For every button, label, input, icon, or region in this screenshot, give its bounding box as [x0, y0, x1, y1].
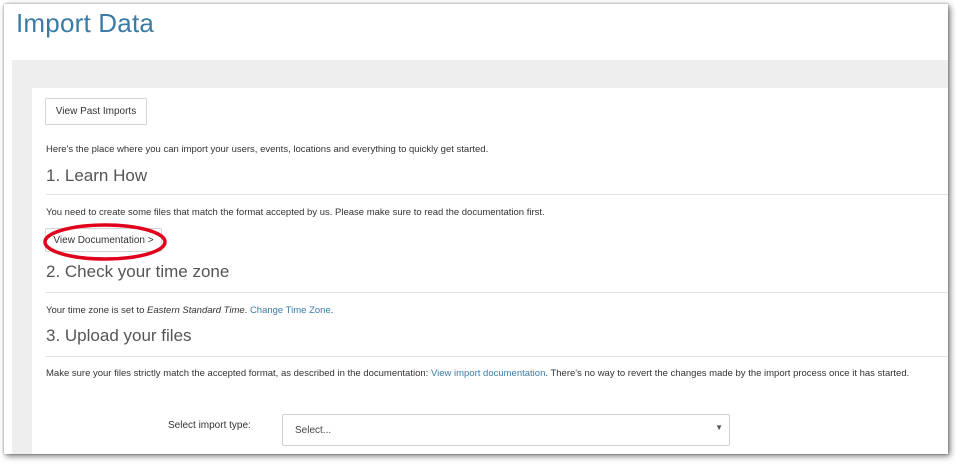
import-panel: View Past Imports Here's the place where…: [32, 88, 948, 454]
upload-text-prefix: Make sure your files strictly match the …: [46, 368, 431, 379]
import-type-select[interactable]: Select... ▼: [282, 414, 730, 446]
intro-text: Here's the place where you can import yo…: [46, 144, 489, 155]
import-type-label: Select import type:: [168, 420, 251, 431]
divider: [46, 194, 948, 195]
upload-text: Make sure your files strictly match the …: [46, 366, 946, 382]
timezone-suffix: .: [330, 305, 334, 316]
step1-heading: 1. Learn How: [46, 166, 148, 185]
timezone-prefix: Your time zone is set to: [46, 305, 148, 316]
divider: [46, 292, 948, 293]
upload-text-suffix: . There's no way to revert the changes m…: [545, 368, 910, 379]
view-import-documentation-link[interactable]: View import documentation: [431, 368, 545, 379]
step1-text: You need to create some files that match…: [46, 207, 545, 218]
caret-down-icon: ▼: [715, 423, 723, 432]
timezone-value: Eastern Standard Time: [147, 305, 245, 316]
step3-heading: 3. Upload your files: [46, 326, 192, 345]
import-type-value: Select...: [295, 425, 332, 436]
divider: [46, 356, 948, 357]
view-past-imports-button[interactable]: View Past Imports: [45, 98, 147, 125]
step2-heading: 2. Check your time zone: [46, 262, 230, 281]
change-time-zone-link[interactable]: Change Time Zone: [250, 305, 331, 316]
app-window: Import Data View Past Imports Here's the…: [4, 4, 948, 454]
view-documentation-button[interactable]: View Documentation >: [45, 228, 162, 252]
timezone-text: Your time zone is set to Eastern Standar…: [46, 305, 333, 316]
page-title: Import Data: [16, 8, 155, 38]
